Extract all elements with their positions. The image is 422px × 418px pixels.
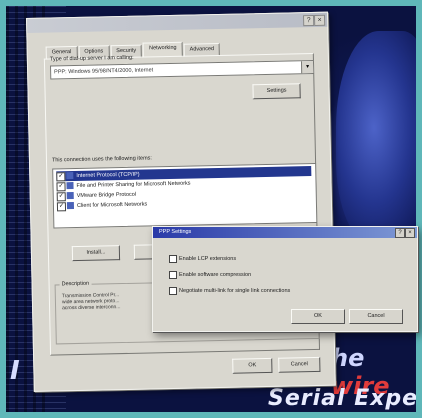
cancel-button[interactable]: Cancel: [278, 356, 321, 373]
ppp-cancel-button[interactable]: Cancel: [349, 309, 403, 324]
hooded-figure-art: [336, 31, 416, 246]
components-list: ✓ Internet Protocol (TCP/IP) ✓ File and …: [52, 162, 318, 229]
checkbox[interactable]: [169, 271, 177, 279]
background-text-left: I: [10, 356, 20, 386]
enable-lcp-option[interactable]: Enable LCP extensions: [169, 255, 389, 264]
negotiate-multilink-option[interactable]: Negotiate multi-link for single link con…: [169, 287, 389, 296]
checkbox[interactable]: ✓: [56, 172, 66, 182]
checkbox[interactable]: [169, 255, 177, 263]
install-button[interactable]: Install...: [71, 245, 121, 262]
checkbox[interactable]: [169, 287, 177, 295]
enable-compression-option[interactable]: Enable software compression: [169, 271, 389, 280]
ppp-title: PPP Settings: [159, 229, 192, 235]
connection-properties-dialog: ? × General Options Security Networking …: [26, 11, 336, 392]
close-button[interactable]: ×: [313, 14, 326, 26]
checkbox[interactable]: ✓: [56, 182, 66, 192]
checkbox[interactable]: ✓: [56, 192, 66, 202]
checkbox[interactable]: ✓: [56, 202, 67, 212]
ppp-settings-dialog: PPP Settings ? × Enable LCP extensions E…: [152, 226, 418, 332]
ppp-titlebar[interactable]: PPP Settings ? ×: [153, 227, 417, 238]
protocol-icon: [66, 192, 74, 200]
description-legend: Description: [59, 280, 92, 288]
ppp-close-button[interactable]: ×: [405, 228, 415, 238]
ppp-ok-button[interactable]: OK: [291, 309, 345, 324]
ppp-help-button[interactable]: ?: [395, 228, 405, 238]
service-icon: [66, 182, 74, 190]
background-text-bottom: Serial Experim: [268, 386, 416, 411]
protocol-icon: [66, 172, 74, 180]
client-icon: [66, 202, 75, 210]
chevron-down-icon[interactable]: ▾: [300, 60, 314, 74]
server-type-value: PPP: Windows 95/98/NT4/2000, Internet: [54, 67, 154, 76]
settings-button[interactable]: Settings: [252, 83, 301, 100]
description-text: Transmission Control Pr... wide area net…: [61, 292, 121, 312]
ok-button[interactable]: OK: [232, 357, 273, 374]
help-button[interactable]: ?: [303, 14, 315, 27]
